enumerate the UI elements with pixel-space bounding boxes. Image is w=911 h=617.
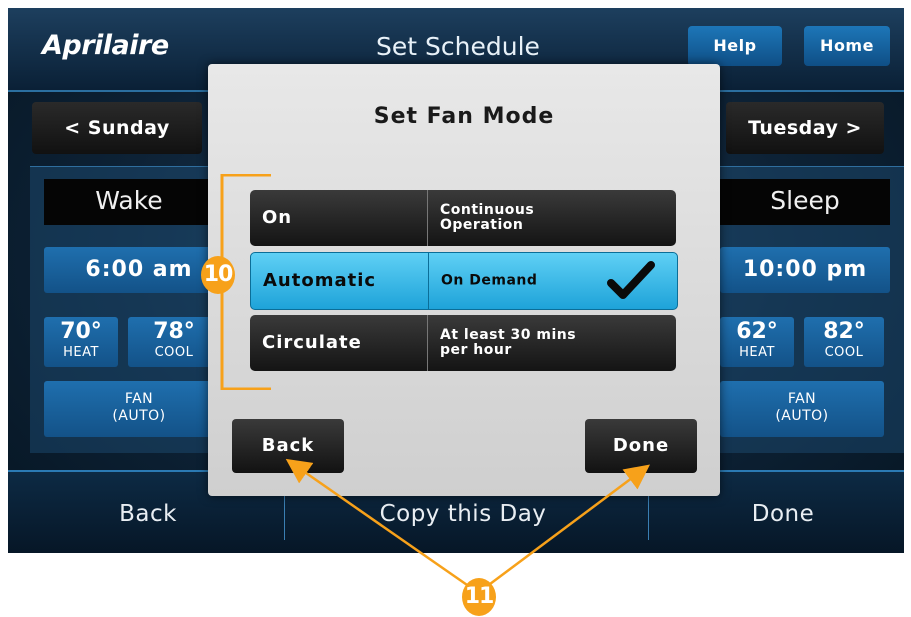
- arrow-to-done: [485, 464, 651, 589]
- arrows-annotation: [285, 458, 651, 589]
- callout-11-badge: 11: [462, 578, 496, 616]
- arrow-to-back: [285, 458, 471, 589]
